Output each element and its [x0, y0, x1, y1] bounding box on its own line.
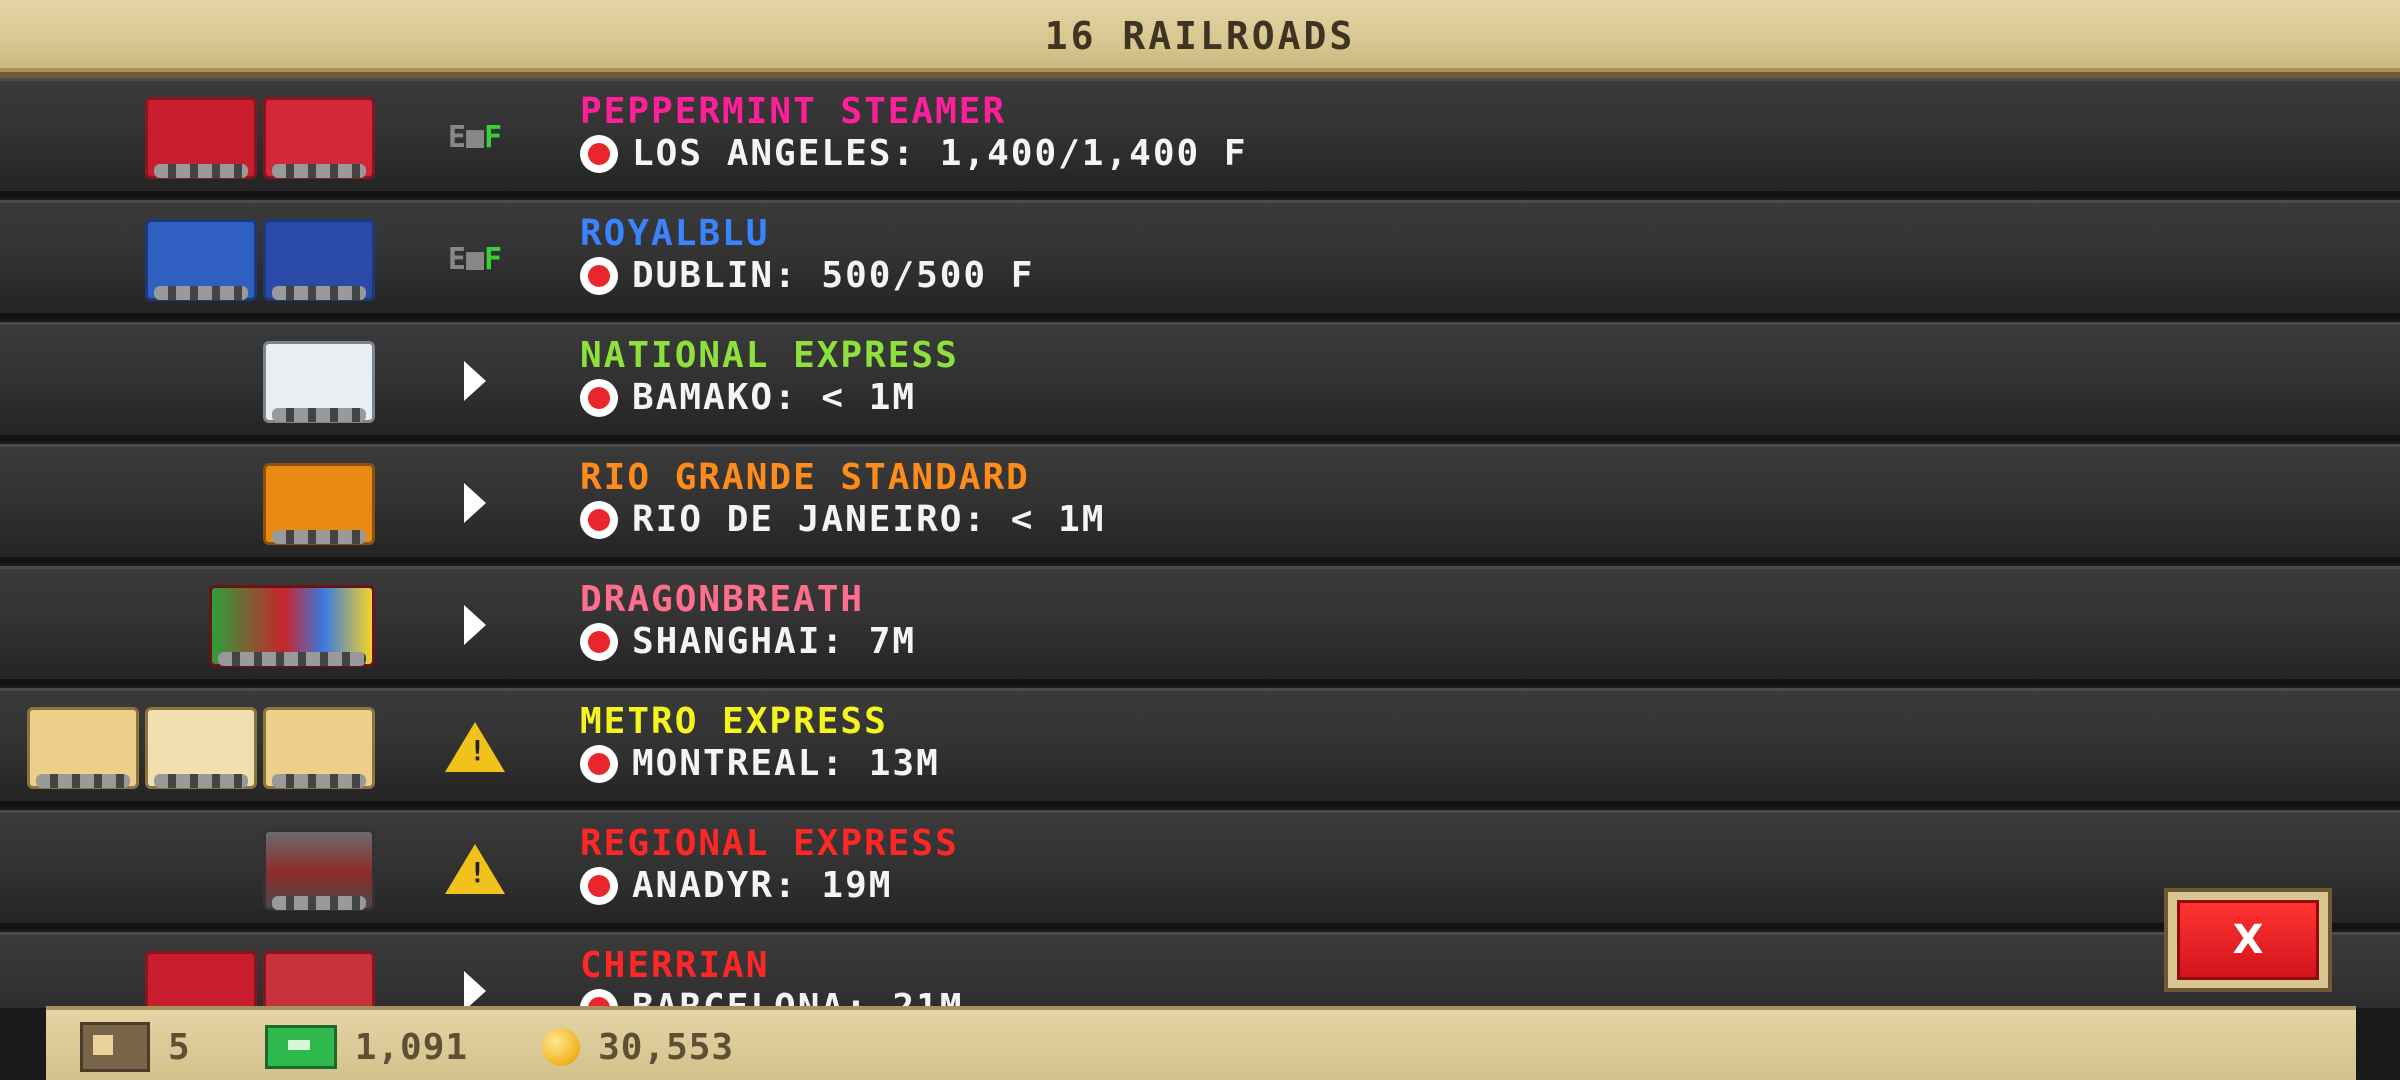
- railroad-detail: RIO DE JANEIRO: < 1M: [580, 499, 1105, 540]
- close-button[interactable]: X: [2164, 888, 2332, 992]
- railroad-detail: MONTREAL: 13M: [580, 743, 940, 784]
- cash-icon: [264, 1025, 337, 1069]
- coins-count: 30,553: [598, 1026, 735, 1068]
- railroad-name: RIO GRANDE STANDARD: [580, 457, 1030, 498]
- railroad-status-text: DUBLIN: 500/500 F: [632, 255, 1035, 296]
- train-car: [145, 219, 257, 301]
- train-image: [27, 703, 375, 789]
- railroad-list[interactable]: E■F PEPPERMINT STEAMER LOS ANGELES: 1,40…: [0, 78, 2400, 1008]
- railroad-status-text: ANADYR: 19M: [632, 865, 893, 906]
- warning-mark: !: [469, 856, 486, 889]
- arrow-icon[interactable]: [440, 353, 510, 409]
- train-image: [145, 215, 375, 301]
- railroad-detail: SHANGHAI: 7M: [580, 621, 916, 662]
- railroad-name: METRO EXPRESS: [580, 701, 888, 742]
- fuel-e-label: E: [447, 241, 466, 277]
- railroad-name: CHERRIAN: [580, 945, 770, 986]
- train-car: [263, 707, 375, 789]
- train-car: [145, 951, 257, 1008]
- crates-stat: 5: [80, 1022, 191, 1072]
- train-car: [145, 97, 257, 179]
- railroad-name: ROYALBLU: [580, 213, 770, 254]
- railroad-status-text: LOS ANGELES: 1,400/1,400 F: [632, 133, 1248, 174]
- location-pin-icon: [580, 622, 618, 661]
- train-image: [263, 825, 375, 911]
- arrow-icon[interactable]: [440, 963, 510, 1008]
- railroad-row-royalblu[interactable]: E■F ROYALBLU DUBLIN: 500/500 F: [0, 200, 2400, 319]
- railroads-screen: 16 RAILROADS E■F PEPPERMINT STEAMER LOS …: [0, 0, 2400, 1080]
- railroad-status-text: BAMAKO: < 1M: [632, 377, 917, 418]
- currency-bar: 5 1,091 30,553: [46, 1006, 2356, 1080]
- railroad-name: DRAGONBREATH: [580, 579, 865, 620]
- fuel-icon: E■F: [447, 119, 503, 155]
- location-pin-icon: [580, 134, 618, 173]
- railroad-row-peppermint-steamer[interactable]: E■F PEPPERMINT STEAMER LOS ANGELES: 1,40…: [0, 78, 2400, 197]
- warning-icon[interactable]: !: [440, 841, 510, 897]
- train-image: [263, 337, 375, 423]
- train-image: [145, 947, 375, 1008]
- crates-count: 5: [168, 1026, 191, 1068]
- railroad-detail: LOS ANGELES: 1,400/1,400 F: [580, 133, 1248, 174]
- train-car: [145, 707, 257, 789]
- railroad-detail: DUBLIN: 500/500 F: [580, 255, 1034, 296]
- arrow-icon[interactable]: [440, 475, 510, 531]
- railroad-row-rio-grande-standard[interactable]: RIO GRANDE STANDARD RIO DE JANEIRO: < 1M: [0, 444, 2400, 563]
- cash-count: 1,091: [354, 1026, 469, 1068]
- coins-stat: 30,553: [542, 1027, 734, 1068]
- warning-icon[interactable]: !: [440, 719, 510, 775]
- railroad-row-dragonbreath[interactable]: DRAGONBREATH SHANGHAI: 7M: [0, 566, 2400, 685]
- railroad-status-text: SHANGHAI: 7M: [632, 621, 917, 662]
- header-bar: 16 RAILROADS: [0, 0, 2400, 78]
- train-locomotive: [263, 829, 375, 911]
- train-locomotive: [263, 219, 375, 301]
- coin-icon: [542, 1028, 581, 1066]
- train-image: [209, 581, 375, 667]
- location-pin-icon: [580, 256, 618, 295]
- page-title: 16 RAILROADS: [1044, 14, 1356, 58]
- train-image: [145, 93, 375, 179]
- railroad-detail: ANADYR: 19M: [580, 865, 892, 906]
- railroad-detail: BAMAKO: < 1M: [580, 377, 916, 418]
- fuel-icon: E■F: [447, 241, 503, 277]
- fuel-e-label: E: [447, 119, 466, 155]
- railroad-status-text: RIO DE JANEIRO: < 1M: [632, 499, 1106, 540]
- train-locomotive: [263, 463, 375, 545]
- railroad-row-metro-express[interactable]: ! METRO EXPRESS MONTREAL: 13M: [0, 688, 2400, 807]
- location-pin-icon: [580, 744, 618, 783]
- train-image: [263, 459, 375, 545]
- train-locomotive: [209, 585, 375, 667]
- location-pin-icon: [580, 866, 618, 905]
- location-pin-icon: [580, 378, 618, 417]
- crate-icon: [80, 1022, 150, 1072]
- train-locomotive: [263, 341, 375, 423]
- railroad-row-regional-express[interactable]: ! REGIONAL EXPRESS ANADYR: 19M: [0, 810, 2400, 929]
- arrow-icon[interactable]: [440, 597, 510, 653]
- railroad-name: REGIONAL EXPRESS: [580, 823, 959, 864]
- fuel-f-label: F: [484, 241, 503, 277]
- cash-stat: 1,091: [264, 1025, 469, 1069]
- railroad-row-national-express[interactable]: NATIONAL EXPRESS BAMAKO: < 1M: [0, 322, 2400, 441]
- railroad-row-cherrian[interactable]: CHERRIAN BARCELONA: 21M: [0, 932, 2400, 1008]
- fuel-f-label: F: [484, 119, 503, 155]
- warning-mark: !: [469, 734, 486, 767]
- train-locomotive: [263, 951, 375, 1008]
- close-icon: X: [2232, 917, 2264, 963]
- railroad-name: PEPPERMINT STEAMER: [580, 91, 1007, 132]
- train-locomotive: [263, 97, 375, 179]
- railroad-name: NATIONAL EXPRESS: [580, 335, 959, 376]
- railroad-status-text: MONTREAL: 13M: [632, 743, 940, 784]
- railroad-status-text: BARCELONA: 21M: [632, 987, 964, 1008]
- train-car: [27, 707, 139, 789]
- railroad-detail: BARCELONA: 21M: [580, 987, 963, 1008]
- location-pin-icon: [580, 500, 618, 539]
